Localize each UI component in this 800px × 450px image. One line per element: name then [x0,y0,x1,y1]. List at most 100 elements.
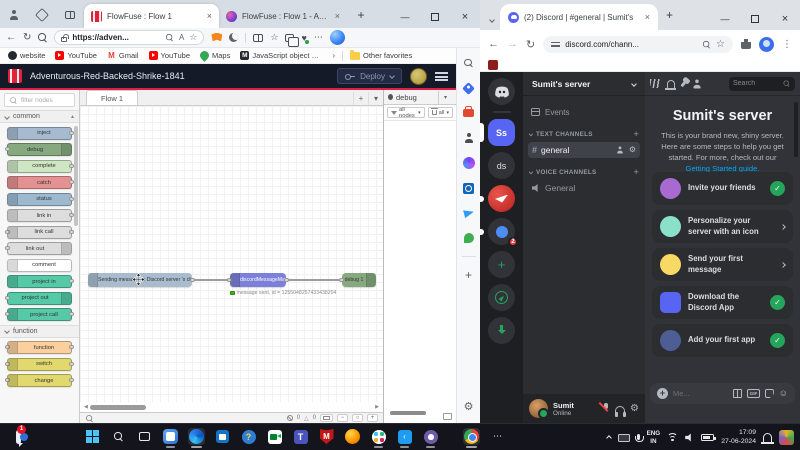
palette-node-project-in[interactable]: project in [7,275,72,288]
scroll-left-icon[interactable]: ◀ [84,404,88,410]
flow-list-icon[interactable]: ▾ [368,92,383,105]
add-flow-icon[interactable]: + [353,92,368,105]
sticker-picker-icon[interactable] [765,389,774,398]
user-avatar[interactable] [529,399,548,418]
server-header[interactable]: Sumit's server [523,72,645,96]
drop-icon[interactable] [462,206,476,220]
server-icon-ds[interactable]: ds [488,152,515,179]
palette-node-debug[interactable]: debug [7,143,72,156]
forward-icon[interactable]: → [507,38,518,50]
voice-channels-category[interactable]: VOICE CHANNELS + [523,166,645,178]
gif-picker-icon[interactable]: GIF [747,389,760,398]
deploy-button[interactable]: Deploy [337,68,402,84]
shopping-tag-icon[interactable] [462,81,476,95]
task-view-icon[interactable] [136,428,153,445]
site-settings-icon[interactable] [551,41,560,48]
bookmark-star-icon[interactable]: ☆ [716,39,725,50]
split-screen-icon[interactable] [253,34,263,42]
card-add-first-app[interactable]: Add your first app ✓ [652,324,793,357]
settings-more-icon[interactable]: ⋯ [314,32,323,43]
close-tab-icon[interactable]: × [335,11,340,21]
server-icon-sumits-server[interactable]: Ss [488,119,515,146]
display-tray-icon[interactable] [618,434,630,442]
vscode-icon[interactable]: ‹ [396,428,413,445]
back-icon[interactable]: ← [488,38,499,50]
server-icon-with-mentions[interactable]: 2 [488,218,515,245]
search-icon[interactable] [38,33,47,42]
palette-node-status[interactable]: status [7,193,72,206]
sidebar-search-icon[interactable] [462,56,476,70]
teams-icon[interactable]: T [292,428,309,445]
browser-tab-flowfuse-1[interactable]: FlowFuse : Flow 1 × [84,4,219,28]
palette-node-change[interactable]: change [7,374,72,387]
errors-icon[interactable] [287,415,293,421]
microphone-muted-icon[interactable] [601,403,610,414]
navigator-toggle-icon[interactable] [320,414,333,422]
canvas-hscrollbar[interactable]: ◀ ▶ [84,404,379,410]
bookmarks-overflow-icon[interactable]: › [332,51,335,60]
debug-popout-icon[interactable] [443,413,452,420]
zoom-in-icon[interactable]: + [367,414,378,422]
microphone-tray-icon[interactable] [637,434,640,440]
member-list-icon[interactable] [692,79,702,89]
channel-general[interactable]: # general ⚙ [528,142,640,158]
notifications-bell-icon[interactable] [667,79,675,88]
help-app-icon[interactable]: ? [240,428,257,445]
palette-section-common[interactable]: common ▴ [0,110,79,123]
minimize-button[interactable]: — [390,6,420,28]
close-tab-icon[interactable]: × [207,11,212,21]
microsoft-store-icon[interactable] [214,428,231,445]
palette-node-link-call[interactable]: link call [7,226,72,239]
add-server-button[interactable]: + [488,251,515,278]
card-personalize-server[interactable]: Personalize your server with an icon [652,210,793,243]
browser-tab-flowfuse-2[interactable]: FlowFuse : Flow 1 - Awesom × [219,4,347,28]
mcafee-icon[interactable]: M [318,428,335,445]
maximize-button[interactable] [740,8,770,30]
emoji-picker-icon[interactable]: ☺ [779,389,788,398]
games-icon[interactable] [462,131,476,145]
create-channel-icon[interactable]: + [633,129,639,139]
card-invite-friends[interactable]: Invite your friends ✓ [652,172,793,205]
extensions-icon[interactable] [741,39,751,49]
palette-scrollbar[interactable] [74,126,78,226]
tools-icon[interactable] [462,106,476,120]
bookmark-maps[interactable]: Maps [200,51,230,60]
threads-icon[interactable] [650,79,660,88]
gift-icon[interactable] [733,389,742,398]
flow-tab[interactable]: Flow 1 [86,90,138,105]
scroll-right-icon[interactable]: ▶ [375,404,379,410]
profile-avatar[interactable] [759,37,774,52]
palette-filter-input[interactable] [21,97,71,104]
refresh-icon[interactable]: ↻ [526,38,535,51]
explore-servers-button[interactable] [488,284,515,311]
image-creator-icon[interactable] [462,156,476,170]
new-tab-icon[interactable]: + [353,7,369,23]
favorite-star-icon[interactable]: ☆ [189,32,197,43]
palette-node-comment[interactable]: comment [7,259,72,272]
bookmark-gmail[interactable]: MGmail [107,51,139,60]
screen-recorder-tray-icon[interactable] [779,430,794,445]
github-desktop-icon[interactable] [422,428,439,445]
debug-clear-dropdown[interactable]: all▾ [428,107,453,118]
sidebar-settings-gear-icon[interactable]: ⚙ [462,399,476,413]
notifications-bell-icon[interactable] [763,433,772,442]
close-tab-icon[interactable]: × [645,12,650,22]
events-item[interactable]: Events [523,104,645,120]
google-meet-icon[interactable] [266,428,283,445]
bookmark-favicon[interactable] [488,60,498,70]
edge-taskbar-icon[interactable] [188,428,205,445]
workspaces-icon[interactable] [34,7,50,23]
card-send-first-message[interactable]: Send your first message [652,248,793,281]
bookmark-website[interactable]: website [8,51,45,60]
palette-section-function[interactable]: function [0,325,79,338]
debug-filter-nodes-dropdown[interactable]: all nodes▾ [387,107,425,118]
language-indicator[interactable]: ENG IN [647,430,661,444]
plant-icon[interactable] [462,231,476,245]
browser-profile-icon[interactable] [6,7,22,23]
volume-icon[interactable] [685,433,694,442]
card-download-app[interactable]: Download the Discord App ✓ [652,286,793,319]
warnings-icon[interactable]: △ [304,415,309,422]
main-menu-icon[interactable] [435,72,448,81]
zoom-icon[interactable] [703,40,710,47]
scroll-thumb[interactable] [90,405,146,410]
